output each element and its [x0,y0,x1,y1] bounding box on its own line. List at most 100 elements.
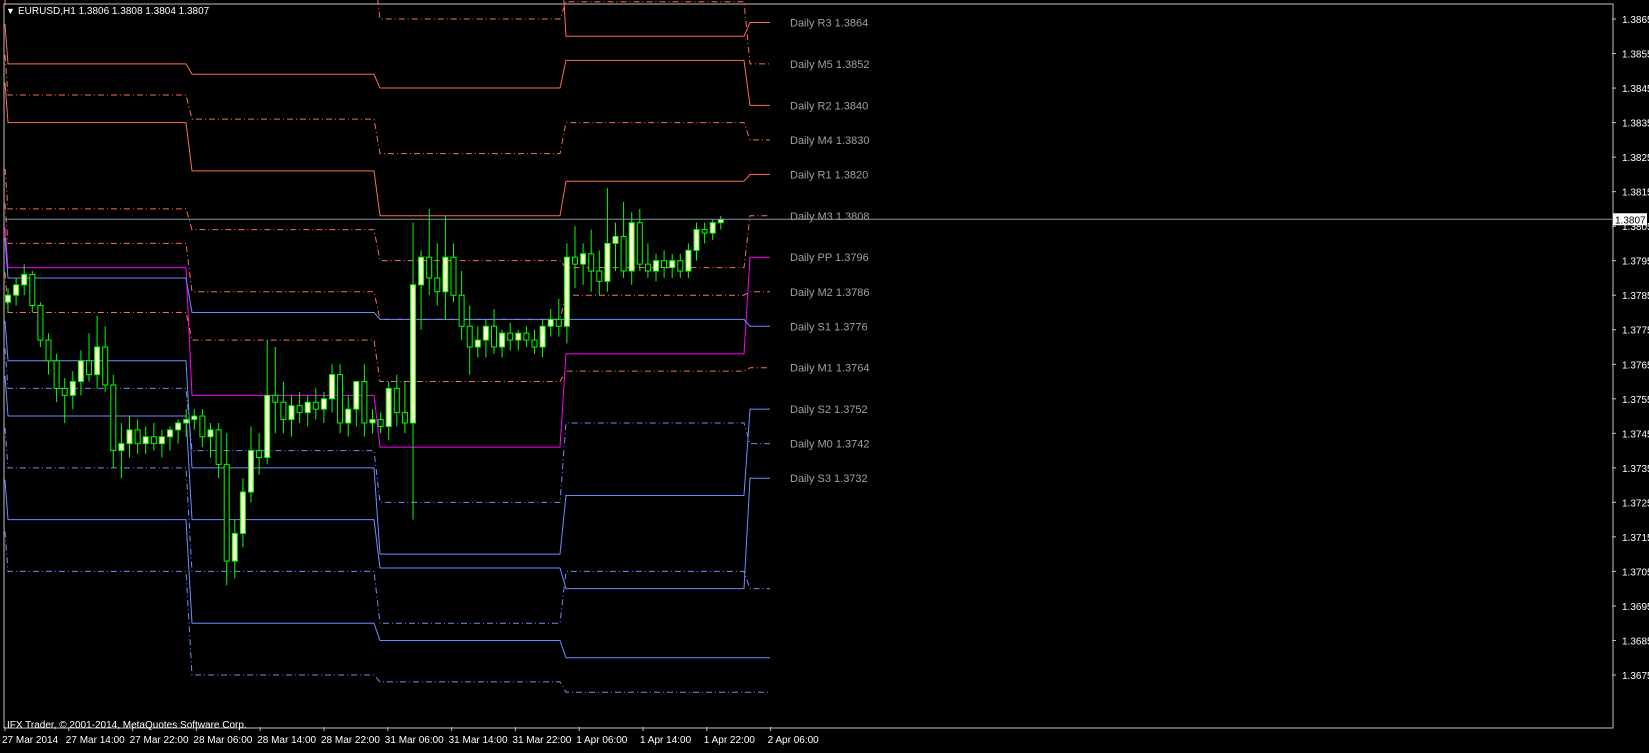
y-tick-label: 1.3815 [1622,188,1649,199]
candle-body [669,260,676,269]
pivot-level-label: Daily M0 1.3742 [790,439,870,451]
pivot-level-label: Daily M4 1.3830 [790,135,870,147]
candle-body [377,419,384,427]
candle-body [77,360,84,383]
candle-body [653,260,659,272]
candle-body [280,401,287,421]
pivot-level-label: Daily R1 1.3820 [790,169,868,181]
y-tick-label: 1.3765 [1622,360,1649,371]
candle-body [86,360,92,376]
candle-body [677,260,684,272]
x-tick-label: 1 Apr 14:00 [640,735,692,746]
x-tick-label: 28 Mar 14:00 [257,735,316,746]
y-tick-label: 1.3785 [1622,291,1649,302]
candle-body [215,429,222,465]
candle-body [580,253,587,265]
pivot-level-label: Daily M1 1.3764 [790,363,870,375]
candle-body [150,436,157,445]
candle-body [207,429,214,438]
candle-body [661,260,668,269]
y-tick-label: 1.3705 [1622,567,1649,578]
candle-body [361,381,368,424]
candle-body [248,450,254,493]
pivot-level-label: Daily S3 1.3732 [790,473,868,485]
y-tick-label: 1.3775 [1622,326,1649,337]
y-tick-label: 1.3745 [1622,429,1649,440]
pivot-level-label: Daily R2 1.3840 [790,100,868,112]
x-tick-label: 2 Apr 06:00 [768,735,820,746]
candle-body [110,384,117,452]
candle-body [385,387,392,427]
x-tick-label: 27 Mar 22:00 [130,735,189,746]
x-tick-label: 1 Apr 06:00 [576,735,628,746]
candle-body [5,294,11,303]
candle-body [588,253,595,272]
candle-body [410,284,416,424]
candle-body [118,443,125,452]
candle-body [620,236,627,272]
candle-body [183,419,190,424]
candle-body [21,273,28,286]
candle-body [507,332,514,341]
y-tick-label: 1.3685 [1622,636,1649,647]
x-tick-label: 27 Mar 2014 [2,735,59,746]
candle-body [345,408,352,424]
candle-body [329,374,335,400]
y-tick-label: 1.3825 [1622,153,1649,164]
candle-body [458,294,465,327]
candle-body [717,218,724,224]
candle-body [53,360,60,389]
candle-body [223,463,230,562]
y-tick-label: 1.3675 [1622,671,1649,682]
x-tick-label: 28 Mar 22:00 [321,735,380,746]
chart-window[interactable]: Daily R3 1.3864 Daily M5 1.3852 Daily R2 1… [0,0,1649,748]
candle-body [701,229,708,234]
pivot-level-label: Daily M3 1.3808 [790,211,870,223]
candle-body [531,339,538,348]
candle-body [167,429,173,438]
pivot-level-label: Daily S2 1.3752 [790,404,868,416]
y-tick-label: 1.3845 [1622,84,1649,95]
candle-body [142,436,149,445]
candle-body [239,491,246,534]
candle-body [685,249,692,272]
candle-body [296,405,303,414]
candle-body [401,412,408,424]
x-tick-label: 31 Mar 14:00 [449,735,508,746]
candle-body [320,398,327,410]
current-price-label: 1.3807 [1615,215,1646,226]
x-tick-label: 31 Mar 06:00 [385,735,444,746]
collapse-arrow-icon[interactable]: ▼ [6,6,15,16]
candle-body [466,325,473,348]
y-tick-label: 1.3725 [1622,498,1649,509]
x-tick-label: 31 Mar 22:00 [512,735,571,746]
candle-body [572,256,578,265]
candle-body [231,532,238,562]
candle-body [604,242,611,282]
pivot-level-label: Daily R3 1.3864 [790,17,868,29]
candle-body [175,422,182,431]
pivot-level-label: Daily S1 1.3776 [790,321,868,333]
candle-body [450,256,457,296]
pivot-level-label: Daily M2 1.3786 [790,287,870,299]
chart-symbol-title: EURUSD,H1 1.3806 1.3808 1.3804 1.3807 [18,6,210,17]
candle-body [94,346,101,376]
y-tick-label: 1.3855 [1622,50,1649,61]
candle-body [134,429,141,445]
y-tick-label: 1.3715 [1622,533,1649,544]
candle-body [596,270,603,282]
y-tick-label: 1.3865 [1622,15,1649,26]
chart-canvas[interactable]: Daily R3 1.3864 Daily M5 1.3852 Daily R2 1… [0,0,1649,748]
candle-body [636,222,643,265]
candle-body [426,256,433,279]
candle-body [264,394,271,458]
candle-body [709,222,716,234]
candle-body [482,325,489,341]
candle-body [126,429,133,445]
candle-body [539,325,546,348]
candle-body [442,256,449,293]
candle-body [199,415,206,438]
y-tick-label: 1.3735 [1622,464,1649,475]
y-tick-label: 1.3835 [1622,119,1649,130]
candle-body [393,387,400,414]
